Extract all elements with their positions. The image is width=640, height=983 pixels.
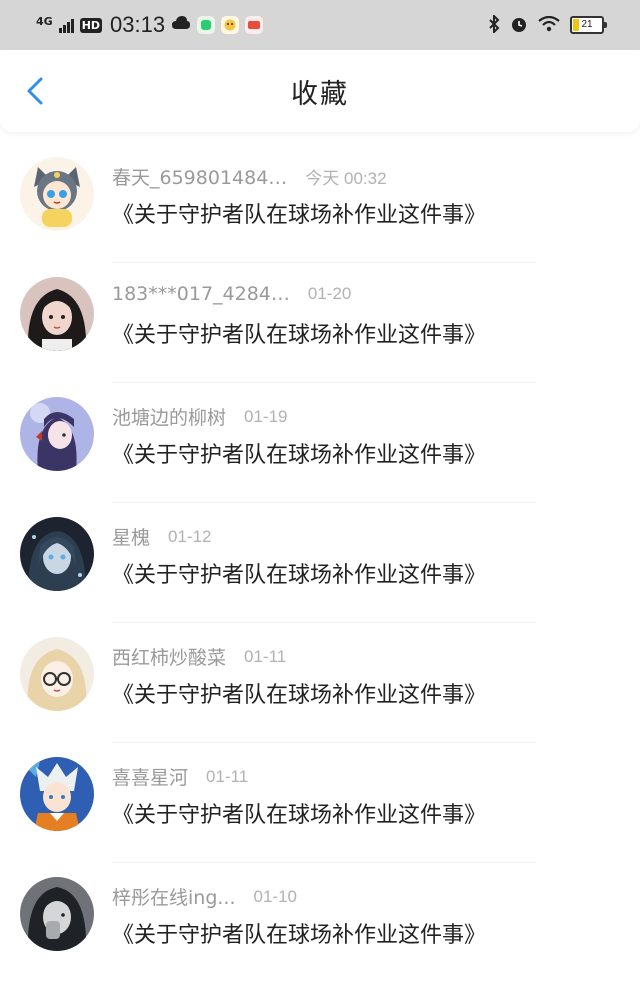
user-name[interactable]: 183***017_4284… [112,283,290,305]
status-bar: 4G HD 03:13 21 [0,0,640,50]
favorite-date: 今天 00:32 [305,169,387,188]
item-title[interactable]: 《关于守护者队在球场补作业这件事》 [112,677,486,709]
battery-percent: 21 [581,19,593,30]
list-item[interactable]: 春天_659801484… 今天 00:32 《关于守护者队在球场补作业这件事》 [0,143,640,263]
back-button[interactable] [20,76,50,106]
mono-girl-avatar [20,877,94,951]
hd-icon: HD [79,17,103,33]
avatar[interactable] [20,157,94,231]
app-icon-face [221,16,240,34]
favorites-list: 春天_659801484… 今天 00:32 《关于守护者队在球场补作业这件事》… [0,143,640,983]
user-name[interactable]: 春天_659801484… [112,163,287,190]
app-icon-red [245,16,264,34]
item-meta: 池塘边的柳树 01-19 [112,403,288,430]
network-type: 4G [36,14,53,28]
favorite-date: 01-10 [253,886,297,906]
avatar[interactable] [20,277,94,351]
favorite-date: 01-11 [244,646,287,666]
user-name[interactable]: 池塘边的柳树 [112,403,226,430]
item-title[interactable]: 《关于守护者队在球场补作业这件事》 [112,557,486,589]
anime-boy-avatar [20,757,94,831]
user-name[interactable]: 梓彤在线ing... [112,883,236,910]
glasses-girl-avatar [20,637,94,711]
girl-avatar [20,277,94,351]
status-left: 4G HD 03:13 [36,12,264,38]
page-title: 收藏 [291,78,349,110]
item-title[interactable]: 《关于守护者队在球场补作业这件事》 [112,797,486,829]
bluetooth-icon [488,13,500,36]
status-right: 21 [488,13,607,36]
favorite-date: 01-20 [307,284,352,303]
item-meta: 183***017_4284… 01-20 [112,283,351,305]
list-item[interactable]: 池塘边的柳树 01-19 《关于守护者队在球场补作业这件事》 [0,383,640,503]
user-name[interactable]: 喜喜星河 [112,763,188,790]
list-item[interactable]: 喜喜星河 01-11 《关于守护者队在球场补作业这件事》 [0,743,640,863]
avatar[interactable] [20,757,94,831]
favorite-date: 01-12 [168,526,212,546]
anime-girl-braid-avatar [20,397,94,471]
app-icon-green [197,16,216,34]
item-meta: 梓彤在线ing... 01-10 [112,883,297,910]
chevron-left-icon [27,77,43,105]
signal-icon [58,17,74,33]
cloud-icon [171,15,191,35]
item-meta: 春天_659801484… 今天 00:32 [112,163,387,190]
user-name[interactable]: 西红柿炒酸菜 [112,643,226,670]
user-name[interactable]: 星槐 [112,523,150,550]
header-bar: 收藏 [0,50,640,132]
list-item[interactable]: 183***017_4284… 01-20 《关于守护者队在球场补作业这件事》 [0,263,640,383]
avatar[interactable] [20,877,94,951]
item-meta: 西红柿炒酸菜 01-11 [112,643,286,670]
wifi-icon [538,15,560,35]
favorite-date: 01-19 [244,406,288,426]
item-title[interactable]: 《关于守护者队在球场补作业这件事》 [112,197,486,229]
avatar[interactable] [20,517,94,591]
item-title[interactable]: 《关于守护者队在球场补作业这件事》 [112,917,486,949]
list-item[interactable]: 西红柿炒酸菜 01-11 《关于守护者队在球场补作业这件事》 [0,623,640,743]
status-time: 03:13 [110,12,166,37]
list-item[interactable]: 梓彤在线ing... 01-10 《关于守护者队在球场补作业这件事》 [0,863,640,983]
favorite-date: 01-11 [206,766,249,786]
item-title[interactable]: 《关于守护者队在球场补作业这件事》 [112,437,486,469]
alarm-icon [510,15,528,36]
dark-anime-avatar [20,517,94,591]
item-meta: 喜喜星河 01-11 [112,763,248,790]
item-meta: 星槐 01-12 [112,523,212,550]
cartoon-cat-avatar [20,157,94,231]
avatar[interactable] [20,637,94,711]
list-item[interactable]: 星槐 01-12 《关于守护者队在球场补作业这件事》 [0,503,640,623]
battery-icon: 21 [570,16,607,34]
item-title[interactable]: 《关于守护者队在球场补作业这件事》 [112,317,486,349]
avatar[interactable] [20,397,94,471]
